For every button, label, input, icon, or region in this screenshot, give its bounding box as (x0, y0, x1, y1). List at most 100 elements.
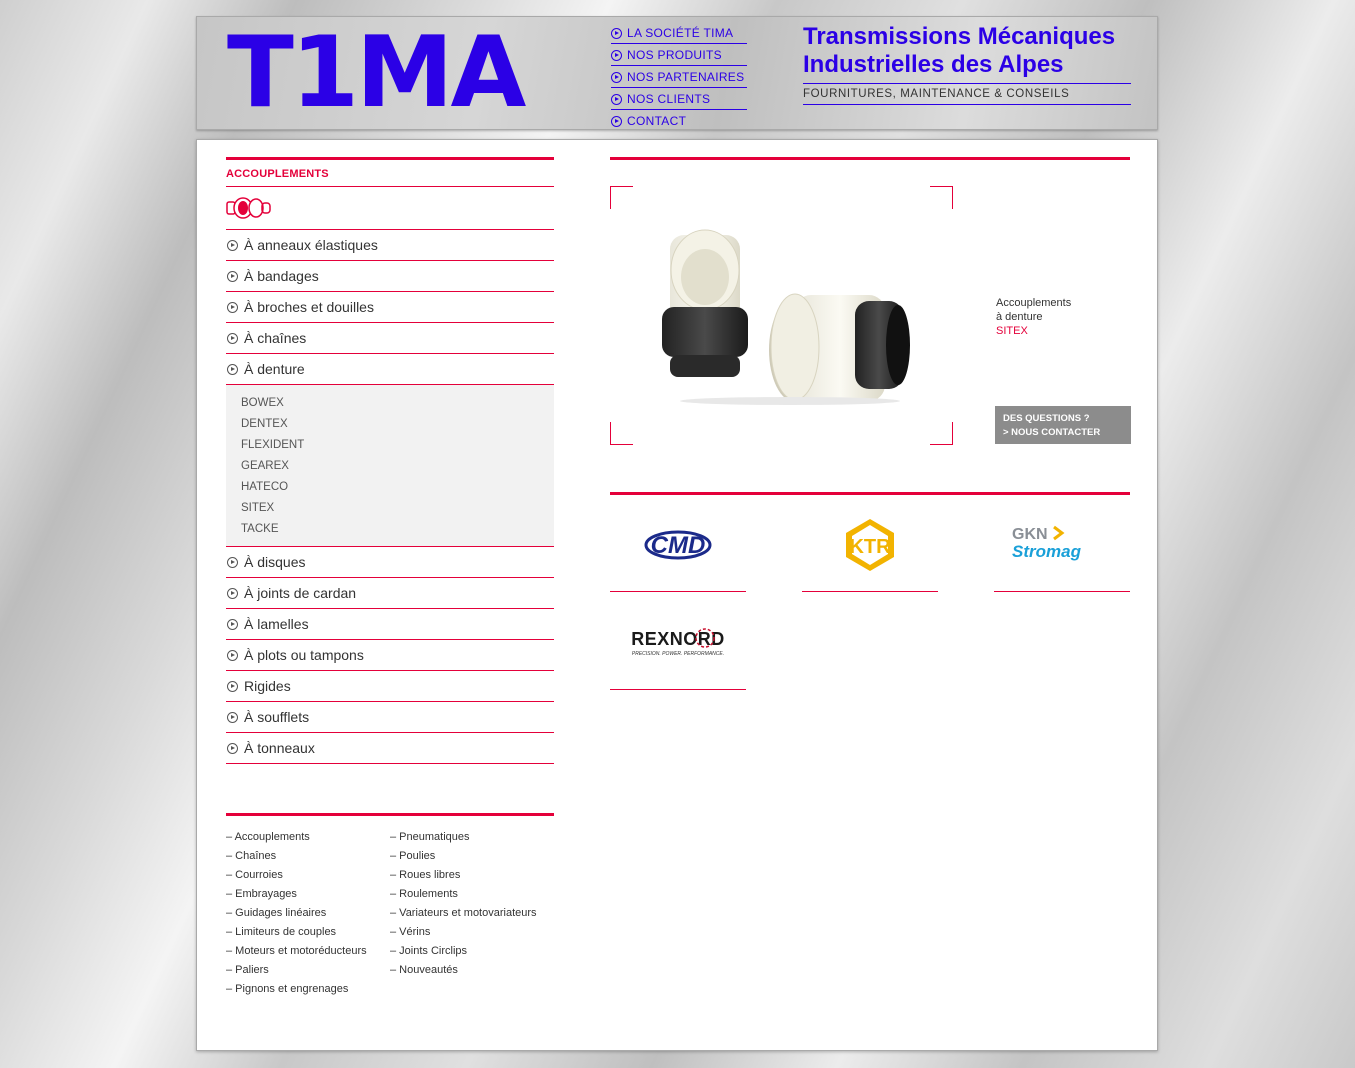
sitemap-link[interactable]: – Pneumatiques (390, 828, 537, 847)
sidebar-item-soufflets[interactable]: À soufflets (226, 702, 554, 733)
play-circle-icon (227, 618, 238, 630)
coupling-icon (226, 197, 271, 219)
brand-logo-cmd[interactable]: CMD (610, 495, 746, 592)
nav-item-societe[interactable]: LA SOCIÉTÉ TIMA (611, 23, 747, 44)
top-navigation: LA SOCIÉTÉ TIMA NOS PRODUITS NOS PARTENA… (611, 23, 747, 132)
sitemap-column-2: – Pneumatiques – Poulies – Roues libres … (390, 828, 537, 980)
contact-us-button[interactable]: DES QUESTIONS ? > NOUS CONTACTER (995, 406, 1131, 444)
play-circle-icon (227, 363, 238, 375)
submenu-item-gearex[interactable]: GEAREX (241, 456, 554, 477)
play-circle-icon (227, 680, 238, 692)
partner-brands: CMD KTR GKN Stromag REXNORD PRECISION. P… (610, 492, 1130, 690)
frame-corner (610, 422, 633, 445)
submenu-item-flexident[interactable]: FLEXIDENT (241, 435, 554, 456)
nav-label: LA SOCIÉTÉ TIMA (627, 26, 734, 40)
play-circle-icon (611, 71, 622, 83)
play-circle-icon (611, 115, 622, 127)
play-circle-icon (227, 301, 238, 313)
sitemap-link[interactable]: – Vérins (390, 923, 537, 942)
sidebar-item-label: À broches et douilles (244, 299, 374, 315)
tagline-line-2: Industrielles des Alpes (803, 51, 1064, 78)
sidebar-item-label: À denture (244, 361, 305, 377)
sitemap-link[interactable]: – Variateurs et motovariateurs (390, 904, 537, 923)
cmd-logo: CMD (644, 530, 712, 560)
sitemap-link[interactable]: – Roulements (390, 885, 537, 904)
sitemap-column-1: – Accouplements – Chaînes – Courroies – … (226, 828, 367, 999)
play-circle-icon (227, 239, 238, 251)
sidebar-item-broches[interactable]: À broches et douilles (226, 292, 554, 323)
submenu-item-sitex[interactable]: SITEX (241, 498, 554, 519)
nav-label: NOS PRODUITS (627, 48, 722, 62)
sitemap-link[interactable]: – Accouplements (226, 828, 367, 847)
ktr-logo: KTR (846, 519, 894, 571)
nav-label: NOS PARTENAIRES (627, 70, 745, 84)
rexnord-logo: REXNORD PRECISION. POWER. PERFORMANCE. (631, 628, 725, 657)
brand-logo-ktr[interactable]: KTR (802, 495, 938, 592)
sidebar-item-cardan[interactable]: À joints de cardan (226, 578, 554, 609)
sitemap-link[interactable]: – Nouveautés (390, 961, 537, 980)
sitemap-link[interactable]: – Guidages linéaires (226, 904, 367, 923)
caption-line-1: Accouplements (996, 297, 1072, 309)
sitemap-link[interactable]: – Poulies (390, 847, 537, 866)
nav-item-produits[interactable]: NOS PRODUITS (611, 45, 747, 66)
rexnord-tagline: PRECISION. POWER. PERFORMANCE. (632, 651, 724, 657)
stromag-logo-text: Stromag (1012, 542, 1082, 561)
sidebar-item-bandages[interactable]: À bandages (226, 261, 554, 292)
submenu-item-bowex[interactable]: BOWEX (241, 393, 554, 414)
category-sidebar: ACCOUPLEMENTS À anneaux élastiques À ban… (226, 157, 554, 764)
sidebar-item-label: À lamelles (244, 616, 309, 632)
sitemap-link[interactable]: – Embrayages (226, 885, 367, 904)
sitemap-link[interactable]: – Chaînes (226, 847, 367, 866)
contact-button-line-2: > NOUS CONTACTER (1003, 427, 1101, 438)
sidebar-item-plots[interactable]: À plots ou tampons (226, 640, 554, 671)
sitemap-link[interactable]: – Pignons et engrenages (226, 980, 367, 999)
sidebar-item-denture[interactable]: À denture (226, 354, 554, 385)
sidebar-item-rigides[interactable]: Rigides (226, 671, 554, 702)
frame-corner (930, 186, 953, 209)
play-circle-icon (227, 711, 238, 723)
nav-item-contact[interactable]: CONTACT (611, 111, 747, 131)
stromag-logo: GKN Stromag (1012, 525, 1082, 561)
sidebar-item-tonneaux[interactable]: À tonneaux (226, 733, 554, 764)
tima-logo[interactable]: T1MA (227, 17, 526, 129)
play-circle-icon (227, 587, 238, 599)
main-panel: ACCOUPLEMENTS À anneaux élastiques À ban… (196, 139, 1158, 1051)
product-photo (662, 229, 910, 405)
sitemap-link[interactable]: – Paliers (226, 961, 367, 980)
sitemap-link[interactable]: – Roues libres (390, 866, 537, 885)
submenu-item-tacke[interactable]: TACKE (241, 519, 554, 540)
sidebar-item-anneaux[interactable]: À anneaux élastiques (226, 230, 554, 261)
nav-item-clients[interactable]: NOS CLIENTS (611, 89, 747, 110)
nav-item-partenaires[interactable]: NOS PARTENAIRES (611, 67, 747, 88)
sidebar-item-label: À joints de cardan (244, 585, 357, 601)
sidebar-item-label: À tonneaux (244, 740, 315, 756)
contact-button-line-1: DES QUESTIONS ? (1003, 413, 1090, 424)
tagline-subtitle: FOURNITURES, MAINTENANCE & CONSEILS (803, 88, 1131, 105)
sitemap-link[interactable]: – Joints Circlips (390, 942, 537, 961)
caption-brand[interactable]: SITEX (996, 324, 1071, 338)
nav-label: NOS CLIENTS (627, 92, 711, 106)
sitemap-link[interactable]: – Limiteurs de couples (226, 923, 367, 942)
frame-corner (930, 422, 953, 445)
sidebar-item-disques[interactable]: À disques (226, 547, 554, 578)
sitemap-link[interactable]: – Courroies (226, 866, 367, 885)
sidebar-item-label: Rigides (244, 678, 291, 694)
tagline-line-1: Transmissions Mécaniques (803, 23, 1116, 50)
play-circle-icon (227, 270, 238, 282)
sitemap-link[interactable]: – Moteurs et motoréducteurs (226, 942, 367, 961)
submenu-item-hateco[interactable]: HATECO (241, 477, 554, 498)
play-circle-icon (227, 332, 238, 344)
site-header: T1MA LA SOCIÉTÉ TIMA NOS PRODUITS NOS PA… (196, 16, 1158, 130)
caption-line-2: à denture (996, 311, 1043, 323)
sidebar-item-lamelles[interactable]: À lamelles (226, 609, 554, 640)
play-circle-icon (611, 93, 622, 105)
brand-logo-stromag[interactable]: GKN Stromag (994, 495, 1130, 592)
tagline-divider (803, 83, 1131, 84)
play-circle-icon (227, 742, 238, 754)
sidebar-item-chaines[interactable]: À chaînes (226, 323, 554, 354)
play-circle-icon (227, 649, 238, 661)
rexnord-logo-text: REXNORD (631, 629, 725, 649)
submenu-item-dentex[interactable]: DENTEX (241, 414, 554, 435)
sidebar-item-label: À bandages (244, 268, 319, 284)
brand-logo-rexnord[interactable]: REXNORD PRECISION. POWER. PERFORMANCE. (610, 593, 746, 690)
